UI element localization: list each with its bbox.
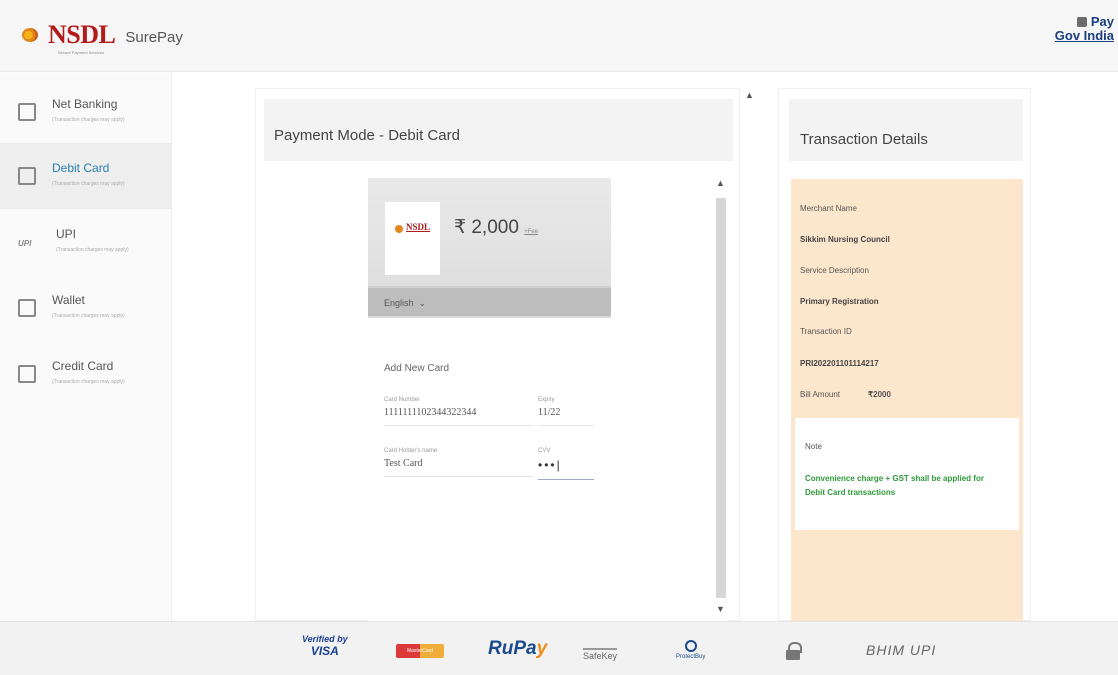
cvv-input[interactable]: •••| bbox=[538, 458, 594, 472]
emblem-icon bbox=[1076, 16, 1087, 27]
card-payment-frame: NSDL ₹ 2,000 +Fee English ⌄ ▲ ▼ Add New … bbox=[368, 176, 730, 621]
sidebar-item-sublabel: (Transaction charges may apply) bbox=[52, 117, 125, 123]
merchant-logo-text: NSDL bbox=[405, 222, 430, 232]
transaction-details-header: Transaction Details bbox=[789, 99, 1023, 161]
rupay-logo: RuPay bbox=[488, 638, 548, 659]
paygov-pay-text: Pay bbox=[1090, 14, 1114, 29]
scrollbar-thumb[interactable] bbox=[716, 198, 726, 598]
service-description-label: Service Description bbox=[800, 266, 869, 275]
debit-card-icon bbox=[18, 167, 36, 185]
card-holder-field[interactable]: Card Holder's name Test Card bbox=[384, 448, 534, 477]
header: NSDL SurePay Secure Payment Services Pay… bbox=[0, 0, 1118, 72]
card-holder-input[interactable]: Test Card bbox=[384, 458, 534, 469]
upi-icon: UPI bbox=[18, 239, 32, 248]
bill-amount-row: Bill Amount ₹2000 bbox=[800, 390, 891, 399]
cvv-label: CVV bbox=[538, 448, 551, 454]
note-box: Note Convenience charge + GST shall be a… bbox=[795, 418, 1019, 530]
sidebar-item-debit-card[interactable]: Debit Card (Transaction charges may appl… bbox=[0, 143, 172, 209]
sidebar-item-label: Credit Card bbox=[52, 359, 114, 373]
card-number-field[interactable]: Card Number 1111111102344322344 bbox=[384, 397, 534, 426]
expiry-label: Expiry bbox=[538, 397, 555, 403]
paygov-logo: Pay Gov India bbox=[1055, 14, 1114, 42]
sidebar-item-upi[interactable]: UPI UPI (Transaction charges may apply) bbox=[0, 209, 172, 275]
payment-panel-header: Payment Mode - Debit Card bbox=[264, 99, 733, 161]
secure-lock-logo bbox=[786, 634, 802, 660]
sidebar-item-label: Debit Card bbox=[52, 161, 110, 175]
sidebar-item-sublabel: (Transaction charges may apply) bbox=[52, 313, 125, 319]
scroll-up-icon[interactable]: ▲ bbox=[745, 90, 754, 100]
merchant-name-label: Merchant Name bbox=[800, 204, 857, 213]
bhim-upi-logo: BHIM UPI bbox=[866, 642, 937, 658]
transaction-details-panel: Transaction Details Merchant Name Sikkim… bbox=[778, 88, 1031, 621]
language-value: English ⌄ bbox=[384, 298, 427, 308]
page-title: Payment Mode - Debit Card bbox=[274, 127, 460, 144]
transaction-id-value: PRI202201101114217 bbox=[800, 359, 879, 368]
card-number-label: Card Number bbox=[384, 397, 421, 403]
safekey-logo: SafeKey bbox=[583, 634, 618, 661]
lock-icon bbox=[786, 642, 802, 660]
language-selector[interactable]: English ⌄ bbox=[368, 286, 611, 316]
sidebar-item-label: UPI bbox=[56, 227, 77, 241]
fee-link[interactable]: +Fee bbox=[524, 229, 538, 235]
sidebar-item-label: Wallet bbox=[52, 293, 85, 307]
credit-card-icon bbox=[18, 365, 36, 383]
card-holder-label: Card Holder's name bbox=[384, 448, 438, 454]
cvv-field[interactable]: CVV •••| bbox=[538, 448, 594, 480]
bill-amount-value: ₹2000 bbox=[868, 390, 891, 399]
merchant-name-value: Sikkim Nursing Council bbox=[800, 235, 890, 244]
expiry-input[interactable]: 11/22 bbox=[538, 407, 594, 418]
brand-name: NSDL bbox=[48, 20, 116, 49]
nsdl-surepay-logo: NSDL SurePay bbox=[22, 20, 183, 50]
sidebar-item-net-banking[interactable]: Net Banking (Transaction charges may app… bbox=[0, 79, 172, 145]
page-scrollbar[interactable]: ▲ bbox=[742, 88, 756, 621]
sidebar-item-sublabel: (Transaction charges may apply) bbox=[56, 247, 129, 253]
expiry-field[interactable]: Expiry 11/22 bbox=[538, 397, 594, 426]
bank-icon bbox=[18, 103, 36, 121]
sidebar-item-credit-card[interactable]: Credit Card (Transaction charges may app… bbox=[0, 341, 172, 407]
merchant-logo: NSDL bbox=[385, 202, 440, 275]
diners-protectbuy-logo: ProtectBuy bbox=[676, 634, 705, 660]
card-number-input[interactable]: 1111111102344322344 bbox=[384, 407, 534, 418]
brand-tagline: Secure Payment Services bbox=[58, 50, 105, 55]
add-new-card-label: Add New Card bbox=[384, 363, 450, 374]
scroll-down-icon[interactable]: ▼ bbox=[716, 604, 725, 614]
transaction-id-label: Transaction ID bbox=[800, 327, 852, 336]
mastercard-logo: MasterCard bbox=[396, 634, 444, 658]
diners-icon bbox=[684, 640, 697, 652]
footer-security-logos: Verified by VISA MasterCard RuPay SafeKe… bbox=[0, 621, 1118, 675]
transaction-details-title: Transaction Details bbox=[800, 131, 928, 148]
sidebar-item-sublabel: (Transaction charges may apply) bbox=[52, 181, 125, 187]
payment-amount: ₹ 2,000 +Fee bbox=[454, 216, 538, 239]
frame-scrollbar[interactable]: ▲ ▼ bbox=[714, 176, 728, 621]
wallet-icon bbox=[18, 299, 36, 317]
sidebar-item-wallet[interactable]: Wallet (Transaction charges may apply) bbox=[0, 275, 172, 341]
amount-value: ₹ 2,000 bbox=[454, 217, 519, 238]
nsdl-logo-icon bbox=[22, 27, 40, 43]
scroll-up-icon[interactable]: ▲ bbox=[716, 178, 725, 188]
merchant-summary: NSDL ₹ 2,000 +Fee English ⌄ bbox=[368, 178, 611, 318]
product-name: SurePay bbox=[125, 28, 183, 46]
transaction-details-body: Merchant Name Sikkim Nursing Council Ser… bbox=[791, 179, 1023, 621]
payment-mode-sidebar: Net Banking (Transaction charges may app… bbox=[0, 73, 172, 621]
note-label: Note bbox=[805, 442, 822, 451]
bill-amount-label: Bill Amount bbox=[800, 390, 841, 399]
paygov-gov-text: Gov India bbox=[1054, 28, 1114, 43]
nsdl-logo-icon bbox=[394, 225, 403, 233]
verified-by-visa-logo: Verified by VISA bbox=[302, 634, 348, 658]
sidebar-item-label: Net Banking bbox=[52, 97, 118, 111]
service-description-value: Primary Registration bbox=[800, 297, 879, 306]
note-text: Convenience charge + GST shall be applie… bbox=[805, 474, 984, 497]
sidebar-item-sublabel: (Transaction charges may apply) bbox=[52, 379, 125, 385]
